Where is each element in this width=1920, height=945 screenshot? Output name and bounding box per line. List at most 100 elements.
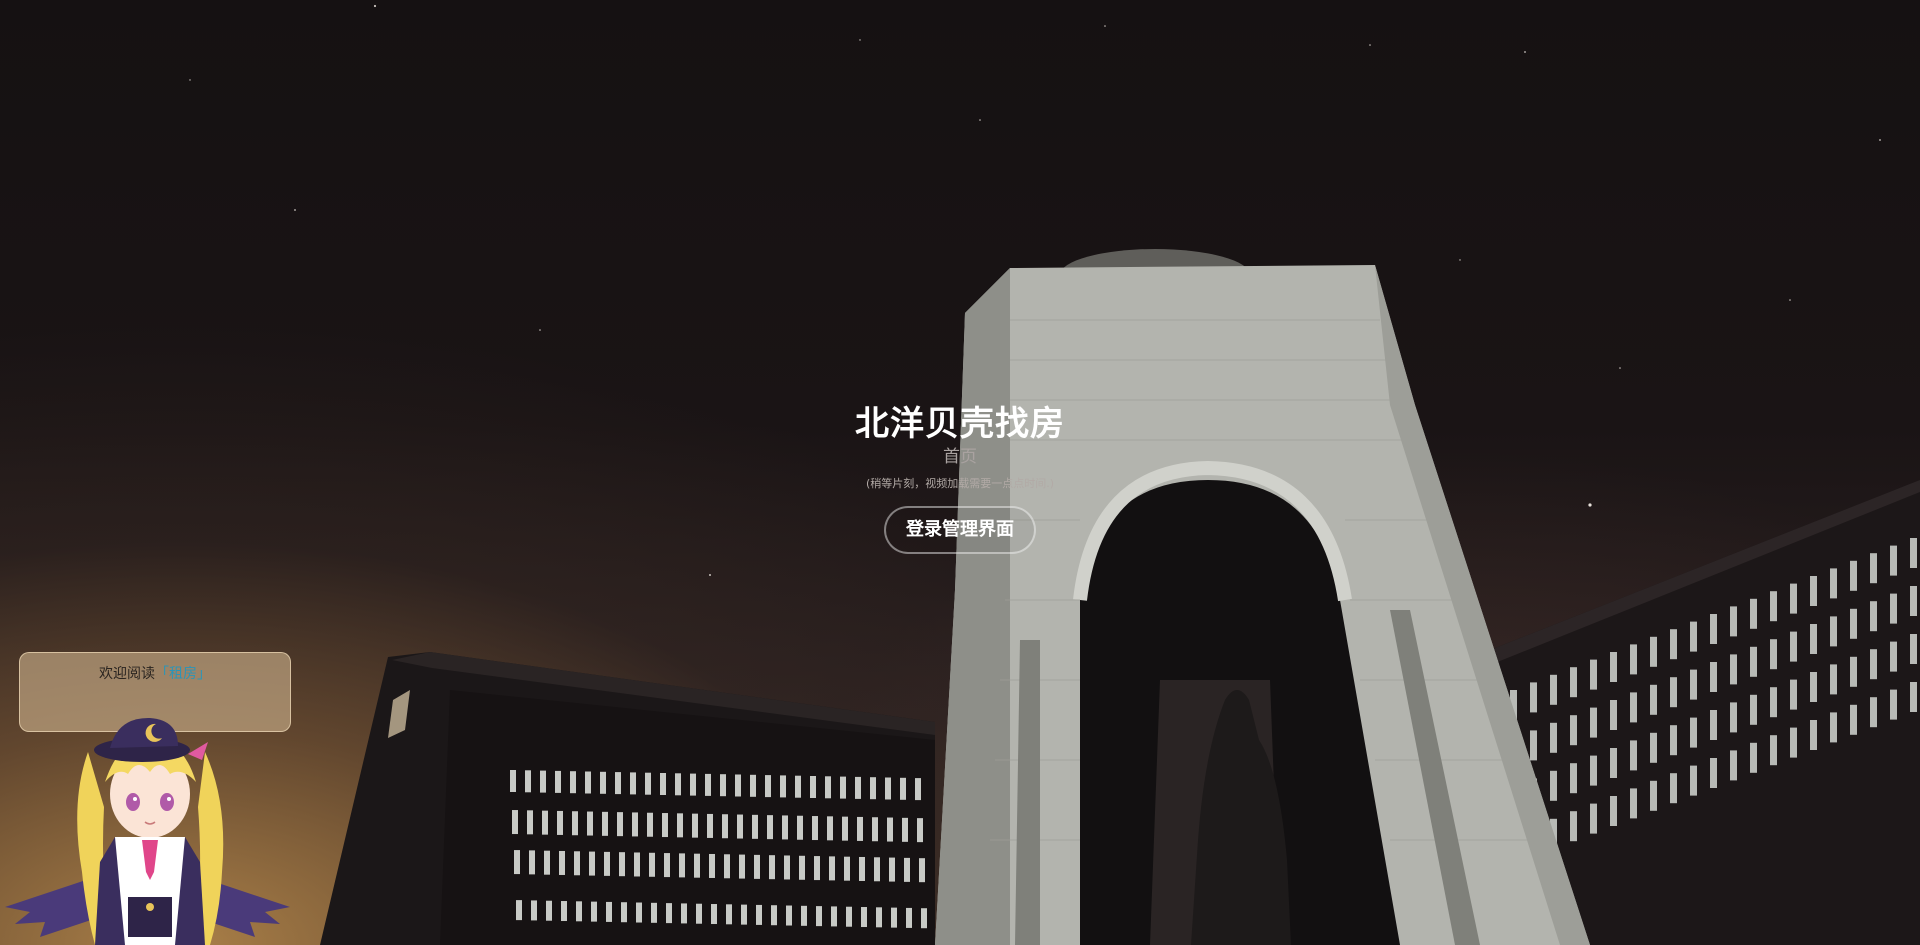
building-window	[872, 817, 878, 842]
building-window	[1610, 796, 1617, 826]
building-window	[1750, 646, 1757, 677]
mascot-character-icon[interactable]	[0, 712, 300, 945]
building-window	[1630, 692, 1637, 723]
building-window	[786, 905, 792, 926]
building-window	[529, 850, 535, 875]
building-window	[1690, 765, 1697, 796]
building-window	[679, 853, 685, 878]
building-window	[1570, 715, 1577, 746]
building-window	[870, 777, 876, 800]
greeting-highlight-link[interactable]: 「租房」	[155, 666, 211, 682]
building-window	[589, 851, 595, 876]
building-window	[681, 903, 687, 924]
building-window	[707, 813, 713, 838]
building-window	[874, 857, 880, 882]
building-window	[677, 813, 683, 838]
building-window	[904, 857, 910, 882]
building-window	[696, 903, 702, 924]
building-window	[1810, 720, 1817, 750]
building-window	[857, 816, 863, 841]
building-window	[692, 813, 698, 838]
building-window	[542, 810, 548, 835]
building-window	[1590, 659, 1597, 690]
building-window	[859, 856, 865, 881]
building-window	[647, 812, 653, 837]
building-window	[630, 772, 636, 795]
building-window	[1710, 758, 1717, 788]
building-window	[735, 774, 741, 797]
building-window	[765, 775, 771, 798]
building-window	[540, 770, 546, 793]
building-window	[557, 810, 563, 835]
building-window	[814, 856, 820, 881]
building-window	[906, 907, 912, 928]
building-window	[887, 817, 893, 842]
building-window	[1870, 649, 1877, 680]
building-window	[1770, 735, 1777, 766]
building-window	[1570, 811, 1577, 842]
building-window	[1890, 689, 1897, 720]
building-window	[801, 905, 807, 926]
building-window	[739, 854, 745, 879]
building-window	[720, 774, 726, 797]
building-window	[645, 772, 651, 795]
building-window	[812, 816, 818, 841]
building-window	[1870, 553, 1877, 584]
building-window	[617, 812, 623, 837]
building-window	[555, 770, 561, 793]
building-window	[1590, 707, 1597, 738]
building-window	[855, 776, 861, 799]
building-window	[510, 770, 516, 792]
building-window	[1610, 652, 1617, 682]
building-window	[1730, 606, 1737, 637]
building-window	[1610, 700, 1617, 730]
building-window	[1570, 667, 1577, 698]
building-window	[1630, 740, 1637, 771]
building-window	[1630, 788, 1637, 819]
building-window	[636, 902, 642, 923]
building-window	[664, 853, 670, 878]
building-window	[1710, 710, 1717, 740]
building-window	[1750, 694, 1757, 725]
building-window	[1770, 639, 1777, 670]
building-window	[544, 850, 550, 875]
building-window	[591, 901, 597, 922]
building-window	[634, 852, 640, 877]
building-window	[724, 854, 730, 879]
building-window	[921, 908, 927, 929]
building-window	[525, 770, 531, 793]
building-window	[1670, 725, 1677, 756]
building-window	[602, 811, 608, 836]
building-window	[1850, 608, 1857, 639]
building-window	[576, 901, 582, 922]
building-window	[900, 777, 906, 800]
building-window	[782, 815, 788, 840]
building-window	[559, 850, 565, 875]
building-window	[816, 906, 822, 927]
building-window	[1670, 773, 1677, 804]
building-window	[512, 810, 518, 835]
building-window	[1910, 634, 1917, 664]
building-window	[1530, 730, 1537, 761]
building-window	[1650, 636, 1657, 667]
building-window	[1790, 679, 1797, 710]
monument-arch	[935, 249, 1590, 945]
building-window	[675, 773, 681, 796]
site-title: 北洋贝壳找房	[855, 404, 1065, 444]
building-window	[1810, 576, 1817, 606]
building-window	[1610, 748, 1617, 778]
building-window	[1790, 631, 1797, 662]
building-window	[1710, 662, 1717, 692]
building-window	[1870, 697, 1877, 728]
building-window	[1790, 727, 1797, 758]
building-window	[516, 900, 522, 921]
building-window	[737, 814, 743, 839]
building-window	[797, 815, 803, 840]
building-window	[619, 852, 625, 877]
building-window	[891, 907, 897, 928]
building-window	[662, 813, 668, 838]
building-window	[902, 817, 908, 842]
building-window	[600, 771, 606, 794]
building-window	[1830, 568, 1837, 599]
login-admin-button[interactable]: 登录管理界面	[884, 506, 1036, 554]
